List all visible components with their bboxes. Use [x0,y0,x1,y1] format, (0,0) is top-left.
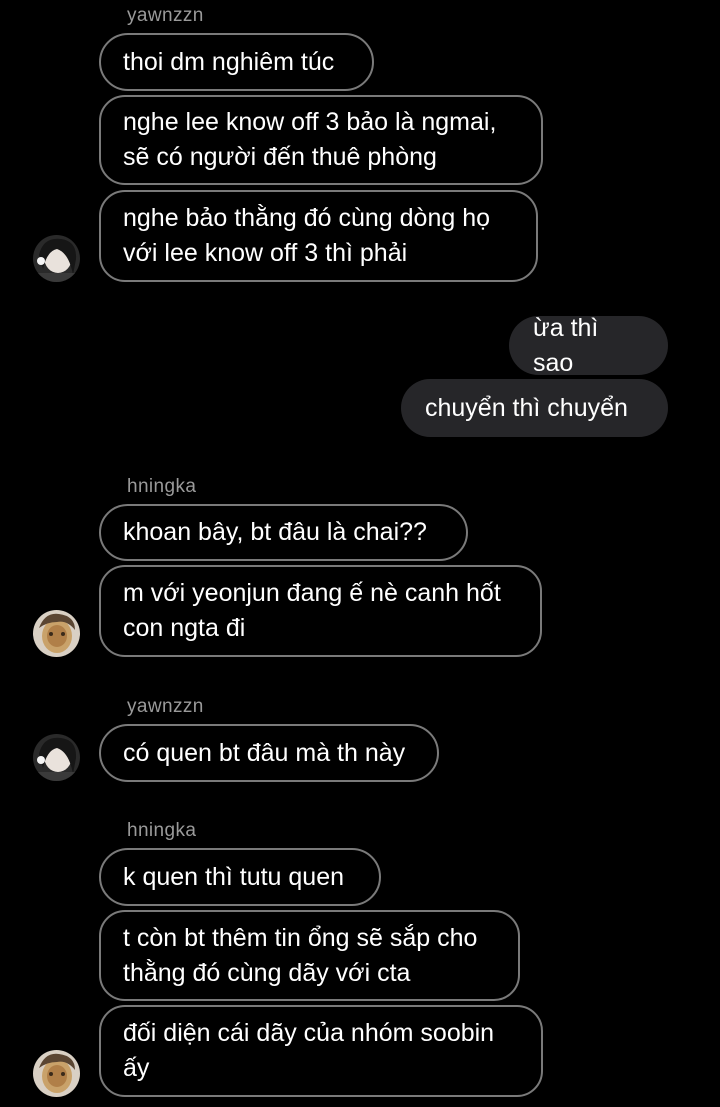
message-bubble-incoming[interactable]: thoi dm nghiêm túc [99,33,374,91]
message-bubble-incoming[interactable]: đối diện cái dãy của nhóm soobin ấy [99,1005,543,1097]
message-bubble-outgoing[interactable]: chuyển thì chuyển [401,379,668,437]
avatar-yawnzzn[interactable] [33,235,80,282]
message-bubble-outgoing[interactable]: ừa thì sao [509,314,668,377]
message-bubble-incoming[interactable]: t còn bt thêm tin ổng sẽ sắp cho thằng đ… [99,910,520,1001]
avatar-hningka[interactable] [33,610,80,657]
sender-name-hningka: hningka [127,820,197,841]
avatar-yawnzzn[interactable] [33,734,80,781]
message-bubble-incoming[interactable]: có quen bt đâu mà th này [99,724,439,782]
sender-name-yawnzzn: yawnzzn [127,5,204,26]
message-bubble-incoming[interactable]: nghe lee know off 3 bảo là ngmai, sẽ có … [99,95,543,185]
avatar-hningka-icon [33,610,80,657]
sender-name-yawnzzn: yawnzzn [127,696,204,717]
message-bubble-incoming[interactable]: khoan bây, bt đâu là chai?? [99,504,468,561]
message-bubble-incoming[interactable]: nghe bảo thằng đó cùng dòng họ với lee k… [99,190,538,282]
message-bubble-incoming[interactable]: k quen thì tutu quen [99,848,381,906]
avatar-yawnzzn-icon [33,734,80,781]
message-bubble-incoming[interactable]: m với yeonjun đang ế nè canh hốt con ngt… [99,565,542,657]
avatar-hningka[interactable] [33,1050,80,1097]
avatar-hningka-icon [33,1050,80,1097]
sender-name-hningka: hningka [127,476,197,497]
avatar-yawnzzn-icon [33,235,80,282]
